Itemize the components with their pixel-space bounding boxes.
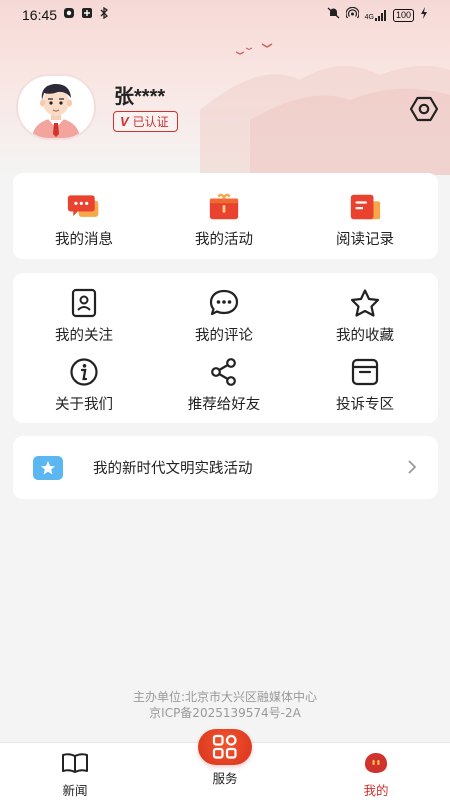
grid-apps-icon bbox=[212, 734, 237, 759]
mine-face-icon bbox=[362, 752, 390, 778]
tab-label: 我的 bbox=[363, 783, 389, 798]
menu-item-follow[interactable]: 我的关注 bbox=[14, 288, 154, 345]
menu-item-activities[interactable]: 我的活动 bbox=[154, 192, 294, 249]
menu-item-label: 关于我们 bbox=[55, 397, 113, 413]
notification-icon bbox=[63, 7, 75, 23]
menu-item-label: 我的评论 bbox=[195, 328, 253, 344]
verified-badge: V 已认证 bbox=[113, 111, 178, 132]
menu-item-comments[interactable]: 我的评论 bbox=[154, 288, 294, 345]
practice-activity-entry[interactable]: 我的新时代文明实践活动 bbox=[13, 436, 438, 499]
username: 张**** bbox=[114, 86, 166, 108]
book-icon bbox=[61, 752, 89, 778]
share-icon bbox=[207, 357, 241, 387]
avatar[interactable] bbox=[16, 74, 96, 140]
app-notification-icon bbox=[81, 7, 93, 23]
charging-icon bbox=[420, 7, 428, 23]
complaint-box-icon bbox=[348, 357, 382, 387]
reading-record-icon bbox=[348, 192, 382, 222]
menu-item-label: 我的活动 bbox=[195, 232, 253, 248]
gift-icon bbox=[207, 192, 241, 222]
organizer-text: 主办单位:北京市大兴区融媒体中心 bbox=[132, 690, 318, 704]
bottom-tab-bar: 新闻 服务 我的 bbox=[0, 729, 450, 800]
service-button[interactable] bbox=[198, 729, 252, 765]
settings-hexagon-icon bbox=[409, 96, 439, 122]
settings-button[interactable] bbox=[409, 94, 439, 124]
practice-activity-card[interactable]: 我的新时代文明实践活动 bbox=[13, 436, 438, 499]
practice-activity-label: 我的新时代文明实践活动 bbox=[93, 461, 253, 477]
menu-item-about[interactable]: 关于我们 bbox=[14, 357, 154, 414]
tab-service[interactable]: 服务 bbox=[180, 729, 270, 787]
tab-news[interactable]: 新闻 bbox=[30, 743, 120, 800]
menu-item-label: 我的关注 bbox=[55, 328, 113, 344]
menu-item-favorites[interactable]: 我的收藏 bbox=[295, 288, 435, 345]
tab-label: 服务 bbox=[212, 771, 238, 786]
status-bar: 16:45 4G 100 bbox=[0, 0, 450, 30]
menu-item-label: 投诉专区 bbox=[336, 397, 394, 413]
menu-item-label: 阅读记录 bbox=[336, 232, 394, 248]
verified-label: 已认证 bbox=[132, 115, 169, 129]
status-time: 16:45 bbox=[22, 7, 58, 23]
icp-text: 京ICP备2025139574号-2A bbox=[149, 706, 301, 720]
hotspot-icon bbox=[345, 6, 360, 23]
star-icon bbox=[348, 288, 382, 318]
menu-item-label: 我的消息 bbox=[55, 232, 113, 248]
menu-item-messages[interactable]: 我的消息 bbox=[14, 192, 154, 249]
network-type: 4G bbox=[364, 13, 374, 21]
quick-menu-card: 我的消息 我的活动 阅读记录 bbox=[13, 173, 438, 259]
menu-item-complaints[interactable]: 投诉专区 bbox=[295, 357, 435, 414]
user-profile: 张**** V 已认证 bbox=[16, 74, 439, 142]
follow-icon bbox=[67, 288, 101, 318]
info-icon bbox=[67, 357, 101, 387]
tab-mine[interactable]: 我的 bbox=[331, 743, 421, 800]
menu-grid-card: 我的关注 我的评论 我的收藏 关于我们 推荐给好友 投诉专区 bbox=[13, 273, 438, 423]
menu-item-label: 我的收藏 bbox=[336, 328, 394, 344]
bluetooth-icon bbox=[99, 6, 109, 23]
tab-label: 新闻 bbox=[62, 783, 88, 798]
chevron-right-icon bbox=[407, 459, 417, 479]
signal-icon: 4G bbox=[364, 9, 387, 21]
menu-item-share[interactable]: 推荐给好友 bbox=[154, 357, 294, 414]
badge-star-icon bbox=[33, 456, 63, 484]
verified-mark: V bbox=[120, 114, 129, 129]
battery-indicator: 100 bbox=[392, 8, 414, 22]
mute-icon bbox=[327, 7, 340, 23]
menu-item-label: 推荐给好友 bbox=[187, 397, 261, 413]
message-icon bbox=[67, 192, 101, 222]
menu-item-reading-record[interactable]: 阅读记录 bbox=[295, 192, 435, 249]
comment-icon bbox=[207, 288, 241, 318]
